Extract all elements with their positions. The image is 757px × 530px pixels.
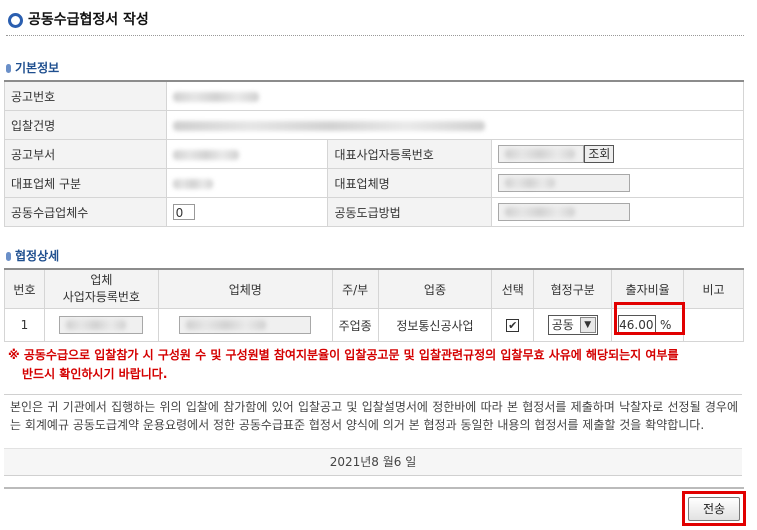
label-notice-dept: 공고부서 xyxy=(4,139,167,169)
col-header-role: 주/부 xyxy=(331,268,379,309)
page-title-bar: 공동수급협정서 작성 xyxy=(6,10,746,34)
section-title: 협정상세 xyxy=(15,249,60,263)
row-agreement-type: 공동 ▼ xyxy=(533,308,613,342)
joint-method-input[interactable] xyxy=(498,203,631,221)
col-header-note: 비고 xyxy=(683,268,744,309)
row-select: ✔ xyxy=(491,308,535,342)
row-no: 1 xyxy=(4,308,45,342)
biz-no-input[interactable] xyxy=(59,316,144,334)
row-biz-no xyxy=(43,308,159,342)
warning-line-1: ※ 공동수급으로 입찰참가 시 구성원 수 및 구성원별 참여지분율이 입찰공고… xyxy=(8,348,679,362)
value-notice-no xyxy=(165,80,745,111)
value-lead-type xyxy=(165,168,329,198)
warning-line-2: 반드시 확인하시기 바랍니다. xyxy=(22,367,168,381)
label-joint-method: 공동도급방법 xyxy=(327,197,493,227)
title-divider xyxy=(6,35,744,36)
row-note xyxy=(683,308,744,342)
agreement-text: 본인은 귀 기관에서 집행하는 위의 입찰에 참가함에 있어 입찰공고 및 입찰… xyxy=(4,395,742,450)
lookup-button[interactable]: 조회 xyxy=(584,145,615,163)
row-industry: 정보통신공사업 xyxy=(377,308,493,342)
section-basic-info: 기본정보 xyxy=(6,60,59,76)
section-pin-icon xyxy=(6,252,11,261)
label-bid-name: 입찰건명 xyxy=(4,110,167,140)
section-detail: 협정상세 xyxy=(6,248,59,264)
col-header-company: 업체명 xyxy=(157,268,333,309)
value-member-count: 0 xyxy=(165,197,329,227)
bullet-icon xyxy=(8,13,23,28)
label-member-count: 공동수급업체수 xyxy=(4,197,167,227)
lead-name-input[interactable] xyxy=(498,174,631,192)
company-name-input[interactable] xyxy=(179,316,312,334)
agreement-type-select[interactable]: 공동 ▼ xyxy=(547,315,598,335)
col-header-biz-no-line: 사업자등록번호 xyxy=(62,290,141,304)
send-highlight-box xyxy=(682,491,746,526)
ratio-highlight-box xyxy=(614,302,685,335)
col-header-select: 선택 xyxy=(491,268,535,309)
page-title: 공동수급협정서 작성 xyxy=(28,12,149,28)
label-lead-type: 대표업체 구분 xyxy=(4,168,167,198)
bottom-divider xyxy=(4,487,744,489)
col-header-industry: 업종 xyxy=(377,268,493,309)
section-title: 기본정보 xyxy=(15,61,60,75)
label-notice-no: 공고번호 xyxy=(4,80,167,111)
row-company xyxy=(157,308,333,342)
value-rep-biz-no: 조회 xyxy=(491,139,744,169)
basic-info-table: 공고번호 입찰건명 공고부서 대표사업자등록번호 조회 대표업체 구분 대표업체… xyxy=(4,80,745,227)
section-pin-icon xyxy=(6,64,11,73)
rep-biz-no-input[interactable] xyxy=(498,145,585,163)
agreement-box: 본인은 귀 기관에서 집행하는 위의 입찰에 참가함에 있어 입찰공고 및 입찰… xyxy=(4,394,742,476)
value-notice-dept xyxy=(165,139,329,169)
col-header-biz-no-line: 업체 xyxy=(90,273,113,287)
value-lead-name xyxy=(491,168,744,198)
select-checkbox[interactable]: ✔ xyxy=(506,319,520,332)
col-header-biz-no: 업체사업자등록번호 xyxy=(43,268,159,309)
label-rep-biz-no: 대표사업자등록번호 xyxy=(327,139,493,169)
value-joint-method xyxy=(491,197,744,227)
label-lead-name: 대표업체명 xyxy=(327,168,493,198)
warning-notice: ※ 공동수급으로 입찰참가 시 구성원 수 및 구성원별 참여지분율이 입찰공고… xyxy=(8,346,738,384)
agreement-date: 2021년8 월6 일 xyxy=(4,448,742,475)
col-header-agreement-type: 협정구분 xyxy=(533,268,613,309)
row-role: 주업종 xyxy=(331,308,379,342)
col-header-biz-no-label: 업체사업자등록번호 xyxy=(63,273,140,304)
agreement-type-value: 공동 xyxy=(551,318,574,332)
col-header-no: 번호 xyxy=(4,268,45,309)
value-bid-name xyxy=(165,110,745,140)
member-count-input[interactable]: 0 xyxy=(172,204,195,220)
chevron-down-icon: ▼ xyxy=(579,317,596,333)
